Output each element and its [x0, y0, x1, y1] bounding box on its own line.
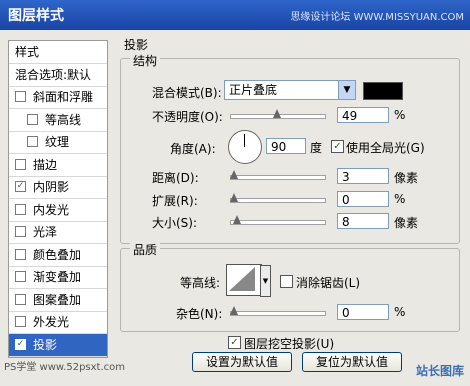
blend-mode-select[interactable]: 正片叠底 ▼	[224, 80, 356, 100]
size-slider-thumb[interactable]	[233, 215, 241, 225]
title-bar[interactable]: 图层样式 思缘设计论坛 WWW.MISSYUAN.COM	[0, 0, 470, 30]
sidebar-item[interactable]: 投影	[9, 333, 107, 357]
shadow-color-swatch[interactable]	[363, 82, 403, 100]
sidebar-item-checkbox[interactable]	[15, 338, 26, 350]
distance-slider-thumb[interactable]	[230, 170, 238, 180]
distance-label: 距离(D):	[152, 171, 199, 185]
size-label: 大小(S):	[152, 216, 198, 230]
sidebar-item[interactable]: 光泽	[9, 221, 107, 244]
sidebar-item-checkbox[interactable]	[15, 248, 26, 260]
structure-title: 结构	[130, 52, 161, 69]
spread-label: 扩展(R):	[152, 194, 198, 208]
sidebar-item-checkbox[interactable]	[15, 158, 26, 170]
sidebar-item-label: 图案叠加	[33, 292, 82, 307]
reset-default-button[interactable]: 复位为默认值	[302, 352, 402, 372]
sidebar-item-checkbox[interactable]	[15, 226, 26, 237]
size-input[interactable]: 8	[337, 213, 389, 229]
opacity-input[interactable]: 49	[337, 107, 389, 123]
distance-slider[interactable]	[230, 170, 326, 182]
opacity-unit: %	[394, 108, 406, 122]
angle-input[interactable]: 90	[266, 138, 306, 154]
antialias-label: 消除锯齿(L)	[296, 276, 361, 290]
sidebar-item-label: 样式	[15, 45, 40, 59]
spread-unit: %	[394, 192, 406, 206]
noise-input[interactable]: 0	[337, 304, 389, 320]
watermark-bottom-left: PS学堂 www.52psxt.com	[4, 362, 126, 373]
section-title: 投影	[124, 38, 149, 52]
sidebar-item[interactable]: 颜色叠加	[9, 244, 107, 267]
sidebar-item-checkbox[interactable]	[27, 113, 38, 125]
noise-slider-thumb[interactable]	[230, 306, 238, 316]
sidebar-item-label: 光泽	[33, 225, 58, 239]
sidebar-item[interactable]: 内发光	[9, 199, 107, 222]
layer-style-dialog: 图层样式 思缘设计论坛 WWW.MISSYUAN.COM 样式混合选项:默认斜面…	[0, 0, 470, 386]
watermark-top: 思缘设计论坛 WWW.MISSYUAN.COM	[290, 12, 464, 23]
knockout-label: 图层挖空投影(U)	[244, 337, 335, 351]
blend-mode-value: 正片叠底	[229, 83, 278, 97]
sidebar-item-label: 投影	[33, 337, 58, 352]
noise-label: 杂色(N):	[176, 307, 223, 321]
angle-unit: 度	[310, 141, 323, 155]
size-unit: 像素	[394, 216, 419, 230]
styles-sidebar: 样式混合选项:默认斜面和浮雕等高线纹理描边内阴影内发光光泽颜色叠加渐变叠加图案叠…	[8, 40, 108, 358]
sidebar-item[interactable]: 图案叠加	[9, 289, 107, 312]
sidebar-item-label: 内阴影	[33, 180, 70, 194]
sidebar-item-checkbox[interactable]	[15, 293, 26, 305]
distance-unit: 像素	[394, 171, 419, 185]
chevron-down-icon[interactable]: ▼	[260, 265, 271, 297]
angle-label: 角度(A):	[170, 142, 216, 156]
sidebar-item[interactable]: 描边	[9, 154, 107, 177]
set-default-button[interactable]: 设置为默认值	[192, 352, 292, 372]
opacity-label: 不透明度(O):	[152, 110, 223, 124]
noise-unit: %	[394, 305, 406, 319]
sidebar-item[interactable]: 纹理	[9, 131, 107, 154]
sidebar-item-checkbox[interactable]	[15, 181, 26, 192]
sidebar-item-label: 内发光	[33, 202, 70, 217]
opacity-slider-thumb[interactable]	[273, 109, 281, 119]
sidebar-item-checkbox[interactable]	[15, 271, 26, 282]
sidebar-item-label: 斜面和浮雕	[33, 90, 94, 104]
sidebar-item[interactable]: 渐变叠加	[9, 266, 107, 289]
blend-mode-label: 混合模式(B):	[152, 86, 222, 100]
contour-picker[interactable]: ▼	[226, 264, 271, 297]
sidebar-item[interactable]: 斜面和浮雕	[9, 86, 107, 109]
dialog-title: 图层样式	[8, 8, 64, 24]
sidebar-item-checkbox[interactable]	[15, 91, 26, 102]
sidebar-item-label: 等高线	[45, 112, 82, 127]
distance-input[interactable]: 3	[337, 168, 389, 184]
global-light-label: 使用全局光(G)	[346, 141, 425, 155]
sidebar-item[interactable]: 等高线	[9, 109, 107, 132]
sidebar-item-checkbox[interactable]	[15, 316, 26, 327]
angle-dial[interactable]	[228, 130, 262, 164]
drop-shadow-panel: 投影 结构 混合模式(B): 正片叠底 ▼ 不透明度(O): 49 % 角度(A…	[116, 36, 462, 380]
sidebar-item-label: 渐变叠加	[33, 270, 82, 284]
quality-group	[120, 248, 460, 332]
sidebar-item[interactable]: 内阴影	[9, 176, 107, 199]
sidebar-item-label: 混合选项:默认	[15, 67, 92, 82]
sidebar-item-checkbox[interactable]	[15, 203, 26, 215]
watermark-bottom-right: 站长图库	[415, 364, 464, 378]
noise-slider[interactable]	[230, 306, 326, 318]
size-slider[interactable]	[230, 215, 326, 227]
sidebar-item-checkbox[interactable]	[27, 136, 38, 147]
quality-title: 品质	[130, 241, 161, 258]
contour-curve-icon	[229, 267, 255, 291]
knockout-checkbox[interactable]: ✓	[228, 336, 241, 349]
sidebar-item[interactable]: 样式	[9, 41, 107, 64]
sidebar-item[interactable]: 混合选项:默认	[9, 64, 107, 87]
chevron-down-icon: ▼	[338, 81, 355, 99]
contour-label: 等高线:	[180, 276, 221, 290]
sidebar-item-label: 纹理	[45, 135, 70, 149]
spread-slider-thumb[interactable]	[230, 193, 238, 203]
sidebar-item[interactable]: 外发光	[9, 311, 107, 334]
global-light-checkbox[interactable]: ✓	[331, 140, 344, 153]
spread-slider[interactable]	[230, 193, 326, 205]
angle-needle	[244, 134, 245, 147]
sidebar-item-label: 外发光	[33, 315, 70, 329]
sidebar-item-label: 颜色叠加	[33, 247, 82, 262]
opacity-slider[interactable]	[230, 109, 326, 121]
antialias-checkbox[interactable]	[280, 275, 293, 288]
sidebar-item-label: 描边	[33, 157, 58, 172]
spread-input[interactable]: 0	[337, 191, 389, 207]
